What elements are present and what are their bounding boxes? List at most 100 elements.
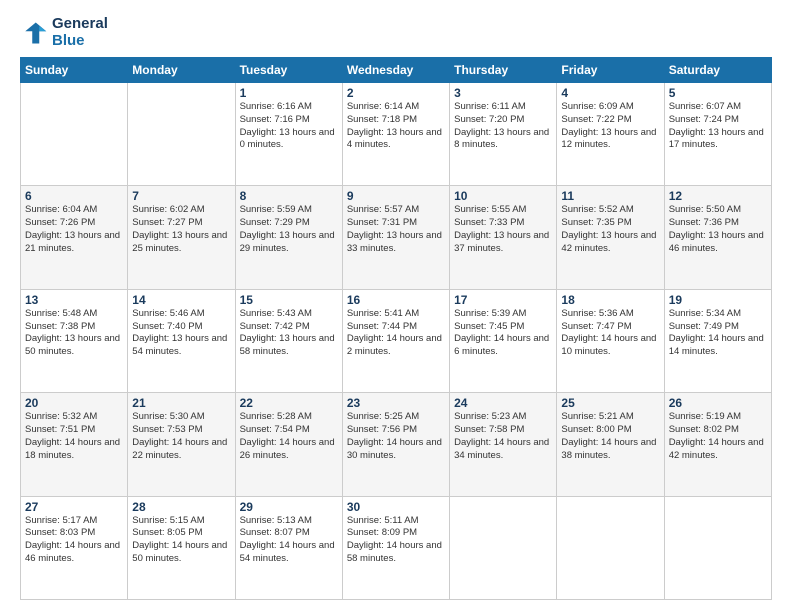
calendar-cell: 22Sunrise: 5:28 AM Sunset: 7:54 PM Dayli…: [235, 393, 342, 496]
calendar-cell: 9Sunrise: 5:57 AM Sunset: 7:31 PM Daylig…: [342, 186, 449, 289]
weekday-header: Thursday: [450, 58, 557, 83]
calendar-cell: 12Sunrise: 5:50 AM Sunset: 7:36 PM Dayli…: [664, 186, 771, 289]
header: General Blue: [20, 16, 772, 49]
cell-details: Sunrise: 5:28 AM Sunset: 7:54 PM Dayligh…: [240, 411, 338, 462]
day-number: 13: [25, 293, 123, 307]
calendar-cell: 4Sunrise: 6:09 AM Sunset: 7:22 PM Daylig…: [557, 83, 664, 186]
cell-details: Sunrise: 6:02 AM Sunset: 7:27 PM Dayligh…: [132, 204, 230, 255]
calendar-cell: [557, 496, 664, 599]
day-number: 23: [347, 396, 445, 410]
calendar-week-row: 6Sunrise: 6:04 AM Sunset: 7:26 PM Daylig…: [21, 186, 772, 289]
weekday-header: Saturday: [664, 58, 771, 83]
weekday-header: Monday: [128, 58, 235, 83]
cell-details: Sunrise: 5:43 AM Sunset: 7:42 PM Dayligh…: [240, 308, 338, 359]
day-number: 21: [132, 396, 230, 410]
day-number: 7: [132, 189, 230, 203]
day-number: 10: [454, 189, 552, 203]
calendar-cell: 3Sunrise: 6:11 AM Sunset: 7:20 PM Daylig…: [450, 83, 557, 186]
calendar-cell: 13Sunrise: 5:48 AM Sunset: 7:38 PM Dayli…: [21, 289, 128, 392]
cell-details: Sunrise: 5:13 AM Sunset: 8:07 PM Dayligh…: [240, 515, 338, 566]
calendar-cell: [664, 496, 771, 599]
cell-details: Sunrise: 5:34 AM Sunset: 7:49 PM Dayligh…: [669, 308, 767, 359]
calendar-header-row: SundayMondayTuesdayWednesdayThursdayFrid…: [21, 58, 772, 83]
day-number: 12: [669, 189, 767, 203]
calendar-cell: 5Sunrise: 6:07 AM Sunset: 7:24 PM Daylig…: [664, 83, 771, 186]
calendar-cell: [450, 496, 557, 599]
calendar-week-row: 13Sunrise: 5:48 AM Sunset: 7:38 PM Dayli…: [21, 289, 772, 392]
day-number: 30: [347, 500, 445, 514]
calendar-cell: 27Sunrise: 5:17 AM Sunset: 8:03 PM Dayli…: [21, 496, 128, 599]
calendar-cell: 15Sunrise: 5:43 AM Sunset: 7:42 PM Dayli…: [235, 289, 342, 392]
day-number: 22: [240, 396, 338, 410]
cell-details: Sunrise: 5:30 AM Sunset: 7:53 PM Dayligh…: [132, 411, 230, 462]
cell-details: Sunrise: 5:17 AM Sunset: 8:03 PM Dayligh…: [25, 515, 123, 566]
cell-details: Sunrise: 5:25 AM Sunset: 7:56 PM Dayligh…: [347, 411, 445, 462]
calendar-cell: 1Sunrise: 6:16 AM Sunset: 7:16 PM Daylig…: [235, 83, 342, 186]
calendar-cell: [21, 83, 128, 186]
page: General Blue SundayMondayTuesdayWednesda…: [0, 0, 792, 612]
cell-details: Sunrise: 6:11 AM Sunset: 7:20 PM Dayligh…: [454, 101, 552, 152]
day-number: 8: [240, 189, 338, 203]
day-number: 6: [25, 189, 123, 203]
calendar-cell: 29Sunrise: 5:13 AM Sunset: 8:07 PM Dayli…: [235, 496, 342, 599]
logo: General Blue: [20, 16, 108, 49]
day-number: 20: [25, 396, 123, 410]
calendar-cell: 23Sunrise: 5:25 AM Sunset: 7:56 PM Dayli…: [342, 393, 449, 496]
cell-details: Sunrise: 5:19 AM Sunset: 8:02 PM Dayligh…: [669, 411, 767, 462]
day-number: 29: [240, 500, 338, 514]
day-number: 26: [669, 396, 767, 410]
day-number: 27: [25, 500, 123, 514]
day-number: 5: [669, 86, 767, 100]
logo-text: General Blue: [52, 16, 108, 49]
day-number: 17: [454, 293, 552, 307]
calendar-cell: 25Sunrise: 5:21 AM Sunset: 8:00 PM Dayli…: [557, 393, 664, 496]
calendar-cell: 2Sunrise: 6:14 AM Sunset: 7:18 PM Daylig…: [342, 83, 449, 186]
calendar-week-row: 20Sunrise: 5:32 AM Sunset: 7:51 PM Dayli…: [21, 393, 772, 496]
calendar-cell: 18Sunrise: 5:36 AM Sunset: 7:47 PM Dayli…: [557, 289, 664, 392]
day-number: 14: [132, 293, 230, 307]
calendar-cell: 21Sunrise: 5:30 AM Sunset: 7:53 PM Dayli…: [128, 393, 235, 496]
calendar-week-row: 27Sunrise: 5:17 AM Sunset: 8:03 PM Dayli…: [21, 496, 772, 599]
cell-details: Sunrise: 5:57 AM Sunset: 7:31 PM Dayligh…: [347, 204, 445, 255]
calendar-cell: [128, 83, 235, 186]
calendar-table: SundayMondayTuesdayWednesdayThursdayFrid…: [20, 57, 772, 600]
cell-details: Sunrise: 5:39 AM Sunset: 7:45 PM Dayligh…: [454, 308, 552, 359]
day-number: 11: [561, 189, 659, 203]
cell-details: Sunrise: 5:50 AM Sunset: 7:36 PM Dayligh…: [669, 204, 767, 255]
weekday-header: Wednesday: [342, 58, 449, 83]
cell-details: Sunrise: 5:23 AM Sunset: 7:58 PM Dayligh…: [454, 411, 552, 462]
cell-details: Sunrise: 6:14 AM Sunset: 7:18 PM Dayligh…: [347, 101, 445, 152]
calendar-cell: 24Sunrise: 5:23 AM Sunset: 7:58 PM Dayli…: [450, 393, 557, 496]
calendar-cell: 7Sunrise: 6:02 AM Sunset: 7:27 PM Daylig…: [128, 186, 235, 289]
day-number: 3: [454, 86, 552, 100]
cell-details: Sunrise: 5:21 AM Sunset: 8:00 PM Dayligh…: [561, 411, 659, 462]
weekday-header: Sunday: [21, 58, 128, 83]
calendar-cell: 20Sunrise: 5:32 AM Sunset: 7:51 PM Dayli…: [21, 393, 128, 496]
day-number: 19: [669, 293, 767, 307]
cell-details: Sunrise: 5:59 AM Sunset: 7:29 PM Dayligh…: [240, 204, 338, 255]
cell-details: Sunrise: 5:41 AM Sunset: 7:44 PM Dayligh…: [347, 308, 445, 359]
cell-details: Sunrise: 5:55 AM Sunset: 7:33 PM Dayligh…: [454, 204, 552, 255]
logo-icon: [20, 19, 48, 47]
day-number: 9: [347, 189, 445, 203]
cell-details: Sunrise: 5:36 AM Sunset: 7:47 PM Dayligh…: [561, 308, 659, 359]
calendar-cell: 11Sunrise: 5:52 AM Sunset: 7:35 PM Dayli…: [557, 186, 664, 289]
weekday-header: Friday: [557, 58, 664, 83]
cell-details: Sunrise: 5:15 AM Sunset: 8:05 PM Dayligh…: [132, 515, 230, 566]
calendar-cell: 10Sunrise: 5:55 AM Sunset: 7:33 PM Dayli…: [450, 186, 557, 289]
cell-details: Sunrise: 5:48 AM Sunset: 7:38 PM Dayligh…: [25, 308, 123, 359]
calendar-cell: 30Sunrise: 5:11 AM Sunset: 8:09 PM Dayli…: [342, 496, 449, 599]
cell-details: Sunrise: 6:16 AM Sunset: 7:16 PM Dayligh…: [240, 101, 338, 152]
cell-details: Sunrise: 5:32 AM Sunset: 7:51 PM Dayligh…: [25, 411, 123, 462]
calendar-cell: 14Sunrise: 5:46 AM Sunset: 7:40 PM Dayli…: [128, 289, 235, 392]
day-number: 25: [561, 396, 659, 410]
calendar-week-row: 1Sunrise: 6:16 AM Sunset: 7:16 PM Daylig…: [21, 83, 772, 186]
day-number: 18: [561, 293, 659, 307]
calendar-cell: 17Sunrise: 5:39 AM Sunset: 7:45 PM Dayli…: [450, 289, 557, 392]
calendar-cell: 6Sunrise: 6:04 AM Sunset: 7:26 PM Daylig…: [21, 186, 128, 289]
cell-details: Sunrise: 5:52 AM Sunset: 7:35 PM Dayligh…: [561, 204, 659, 255]
cell-details: Sunrise: 5:11 AM Sunset: 8:09 PM Dayligh…: [347, 515, 445, 566]
day-number: 2: [347, 86, 445, 100]
day-number: 28: [132, 500, 230, 514]
day-number: 1: [240, 86, 338, 100]
